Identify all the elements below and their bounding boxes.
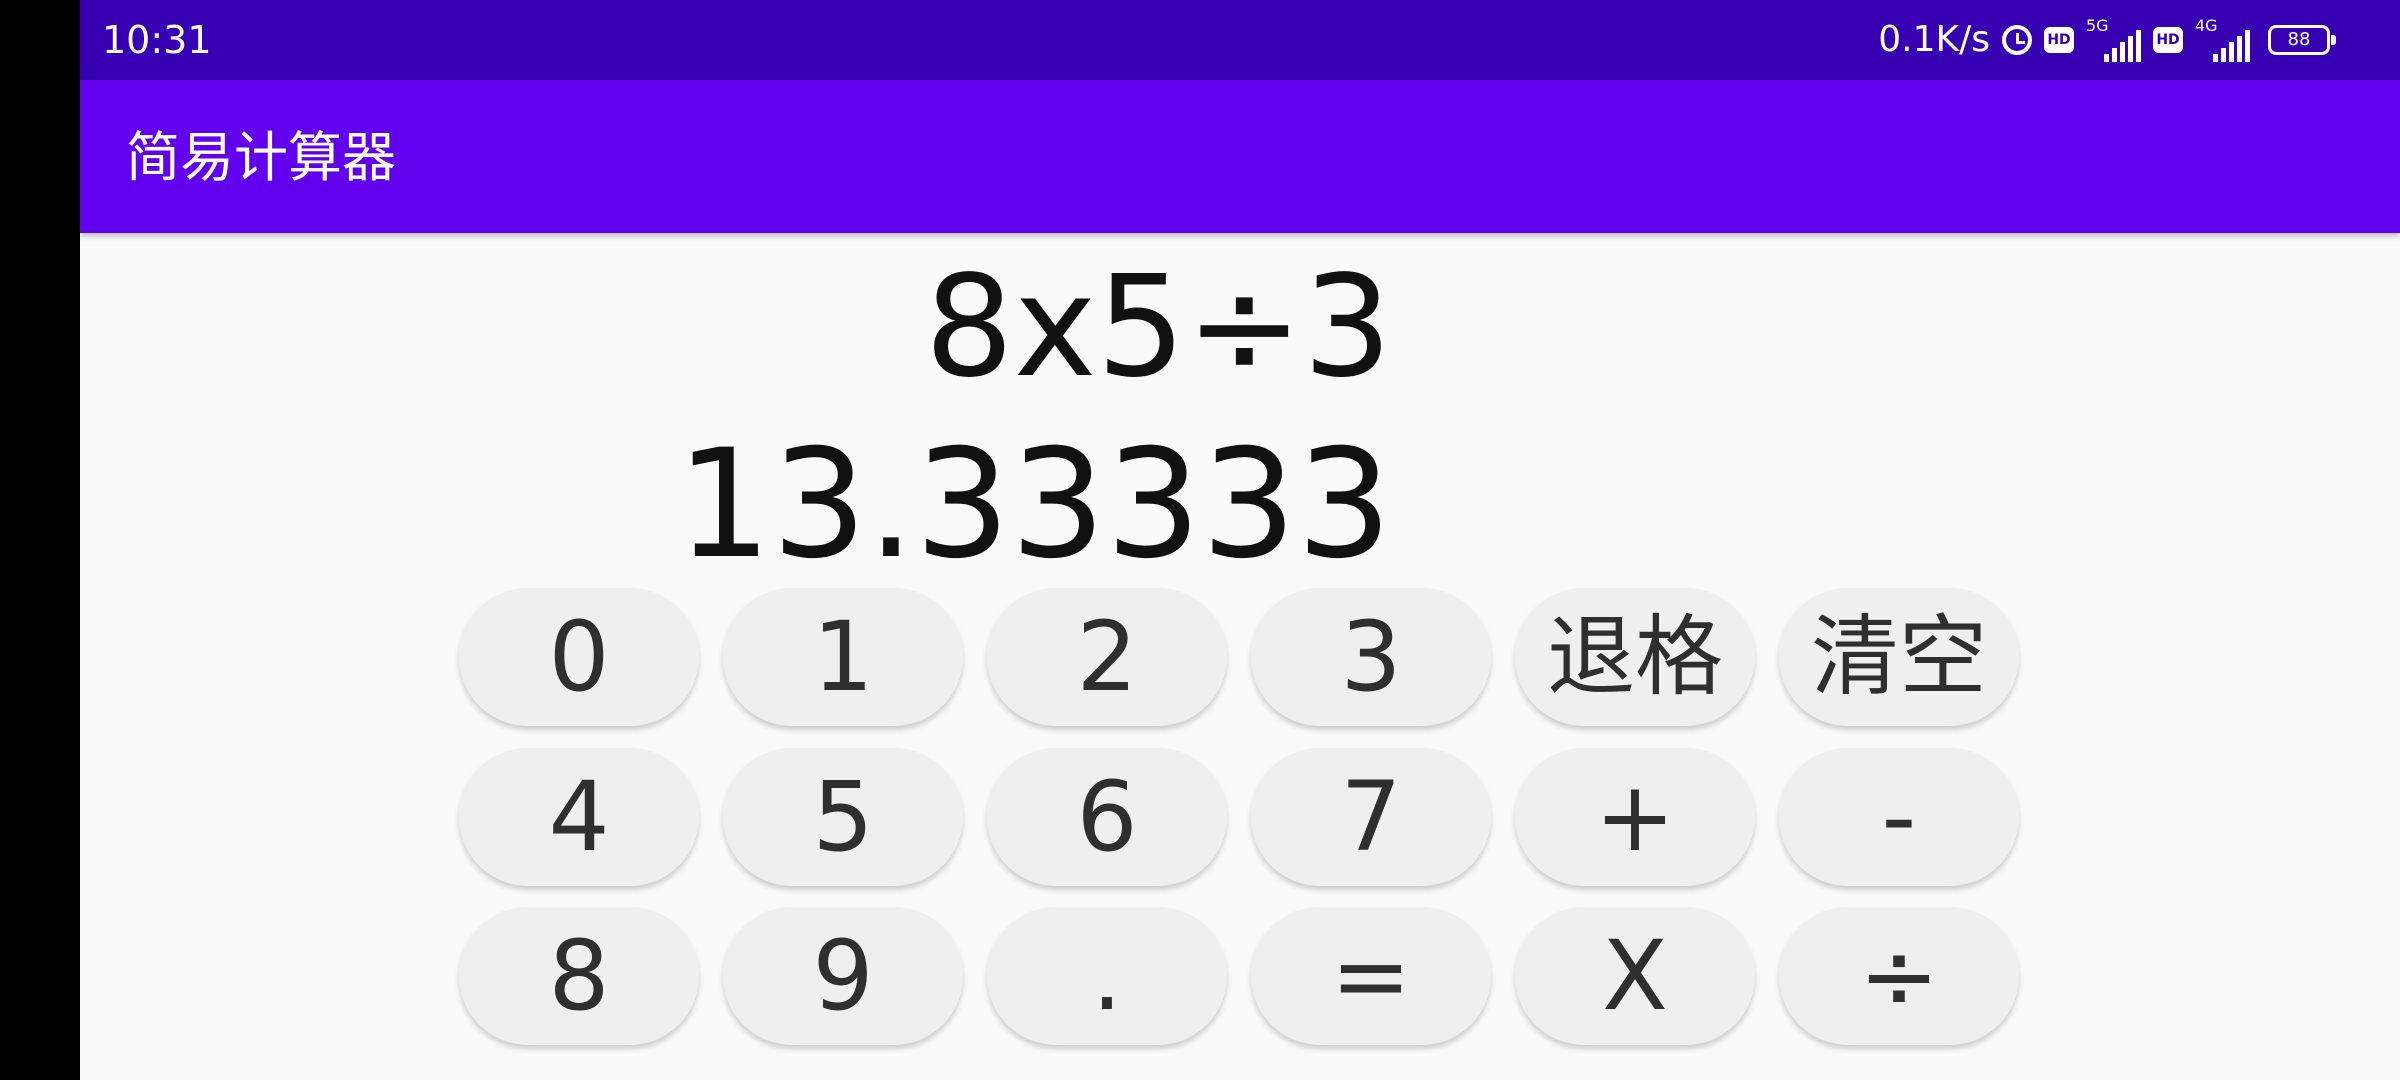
key-0[interactable]: 0 [459,588,699,726]
key-1[interactable]: 1 [723,588,963,726]
status-icons: 0.1K/s HD 5G HD 4G 88 [1878,14,2336,66]
app-bar: 简易计算器 [80,80,2400,233]
network-type-label: 4G [2195,16,2218,35]
key-7[interactable]: 7 [1251,748,1491,886]
key-2[interactable]: 2 [987,588,1227,726]
key-4[interactable]: 4 [459,748,699,886]
key-6[interactable]: 6 [987,748,1227,886]
status-time: 10:31 [102,18,212,62]
status-bar: 10:31 0.1K/s HD 5G HD 4G 88 [80,0,2400,80]
calculator-app: 10:31 0.1K/s HD 5G HD 4G 88 简易计算器 8x5÷3 … [80,0,2400,1080]
clear-button[interactable]: 清空 [1779,588,2019,726]
alarm-icon [2002,25,2032,55]
decimal-button[interactable]: . [987,907,1227,1045]
signal-icon: 4G [2195,16,2250,62]
key-9[interactable]: 9 [723,907,963,1045]
backspace-button[interactable]: 退格 [1515,588,1755,726]
battery-level: 88 [2287,29,2311,50]
app-title: 简易计算器 [126,126,396,189]
divide-button[interactable]: ÷ [1779,907,2019,1045]
network-type-label: 5G [2086,16,2109,35]
hd-badge: HD [2153,27,2183,53]
key-3[interactable]: 3 [1251,588,1491,726]
battery-icon: 88 [2268,25,2336,55]
network-speed: 0.1K/s [1878,19,1990,60]
key-8[interactable]: 8 [459,907,699,1045]
multiply-button[interactable]: X [1515,907,1755,1045]
minus-button[interactable]: - [1779,748,2019,886]
plus-button[interactable]: + [1515,748,1755,886]
hd-badge: HD [2044,27,2074,53]
key-5[interactable]: 5 [723,748,963,886]
equals-button[interactable]: = [1251,907,1491,1045]
signal-icon: 5G [2086,16,2141,62]
expression-display: 8x5÷3 [924,246,1392,409]
left-bezel [0,0,80,1080]
result-display: 13.33333 [676,418,1392,592]
